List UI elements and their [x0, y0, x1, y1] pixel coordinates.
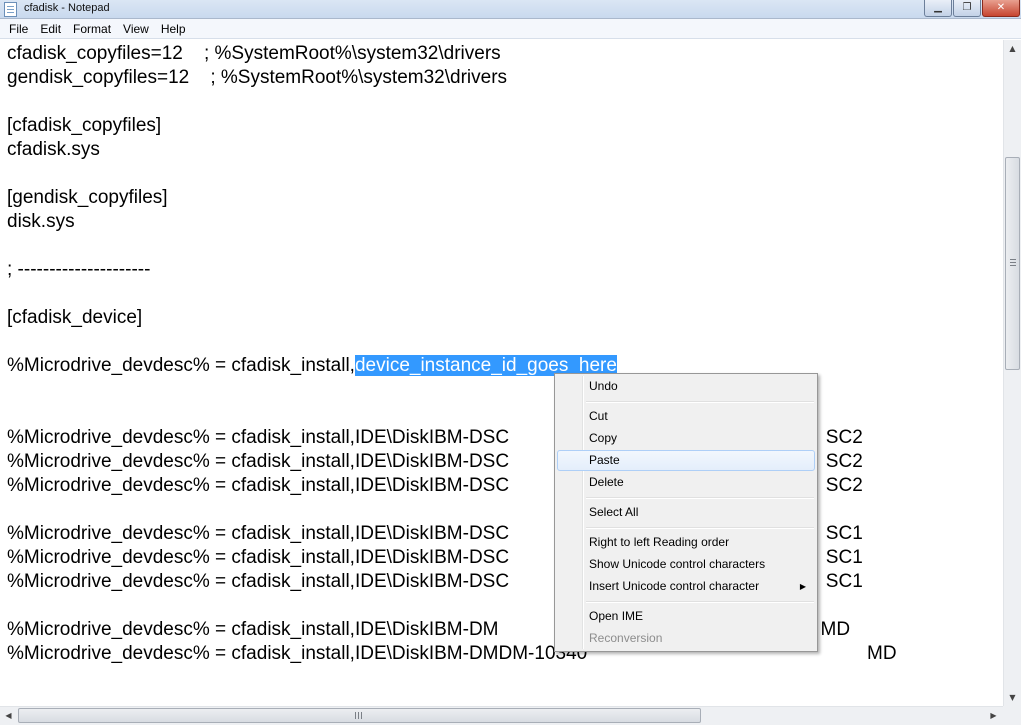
vertical-scrollbar[interactable]: ▲ ▼: [1003, 40, 1021, 706]
horizontal-scroll-thumb[interactable]: [18, 708, 701, 723]
menu-item-label: Insert Unicode control character: [589, 579, 760, 593]
menu-edit[interactable]: Edit: [34, 19, 67, 39]
minimize-button[interactable]: ▁: [924, 0, 952, 17]
menu-item-undo[interactable]: Undo: [557, 376, 815, 397]
menu-item-delete[interactable]: Delete: [557, 472, 815, 493]
menu-item-reconversion: Reconversion: [589, 631, 663, 645]
text-line-with-selection: %Microdrive_devdesc% = cfadisk_install,d…: [7, 354, 617, 378]
context-menu: Undo Cut Copy Paste Delete Select All Ri…: [554, 373, 818, 652]
menu-file[interactable]: File: [3, 19, 34, 39]
menu-item-open-ime[interactable]: Open IME: [557, 606, 815, 627]
text-line: %Microdrive_devdesc% = cfadisk_install,: [7, 355, 355, 376]
scroll-right-icon[interactable]: ▶: [985, 707, 1002, 725]
text-editor[interactable]: cfadisk_copyfiles=12 ; %SystemRoot%\syst…: [0, 40, 1003, 706]
menu-item-select-all[interactable]: Select All: [557, 502, 815, 523]
menu-separator: [586, 527, 814, 529]
title-bar[interactable]: cfadisk - Notepad ▁ ❐ ✕: [0, 0, 1021, 19]
menu-item-insert-unicode[interactable]: Insert Unicode control character ▶: [557, 576, 815, 597]
close-button[interactable]: ✕: [982, 0, 1020, 17]
menu-item-copy[interactable]: Copy: [557, 428, 815, 449]
menu-format[interactable]: Format: [67, 19, 117, 39]
text-line: cfadisk.sys: [7, 139, 100, 160]
horizontal-scrollbar[interactable]: ◀ ▶: [0, 706, 1003, 725]
text-line: gendisk_copyfiles=12 ; %SystemRoot%\syst…: [7, 67, 508, 88]
grip-icon: [355, 712, 362, 719]
submenu-arrow-icon: ▶: [799, 582, 806, 591]
text-line: [cfadisk_device]: [7, 307, 143, 328]
size-grip[interactable]: [1003, 706, 1021, 725]
maximize-button[interactable]: ❐: [953, 0, 981, 17]
vertical-scroll-thumb[interactable]: [1005, 157, 1020, 370]
text-line: [cfadisk_copyfiles]: [7, 115, 162, 136]
menu-item-paste[interactable]: Paste: [557, 450, 815, 471]
menu-separator: [586, 401, 814, 403]
window-title: cfadisk - Notepad: [24, 2, 110, 14]
scroll-left-icon[interactable]: ◀: [0, 707, 17, 725]
menu-bar: File Edit Format View Help: [0, 19, 1021, 39]
scroll-down-icon[interactable]: ▼: [1004, 689, 1021, 706]
menu-item-show-unicode[interactable]: Show Unicode control characters: [557, 554, 815, 575]
menu-view[interactable]: View: [117, 19, 155, 39]
menu-separator: [586, 497, 814, 499]
menu-item-cut[interactable]: Cut: [557, 406, 815, 427]
text-line: ; ---------------------: [7, 259, 151, 280]
menu-separator: [586, 601, 814, 603]
text-line: disk.sys: [7, 211, 75, 232]
text-line: cfadisk_copyfiles=12 ; %SystemRoot%\syst…: [7, 43, 501, 64]
scroll-up-icon[interactable]: ▲: [1004, 40, 1021, 57]
grip-icon: [1010, 259, 1016, 266]
text-line: [gendisk_copyfiles]: [7, 187, 168, 208]
menu-item-rtl-reading-order[interactable]: Right to left Reading order: [557, 532, 815, 553]
notepad-icon[interactable]: [4, 2, 17, 17]
menu-help[interactable]: Help: [155, 19, 192, 39]
